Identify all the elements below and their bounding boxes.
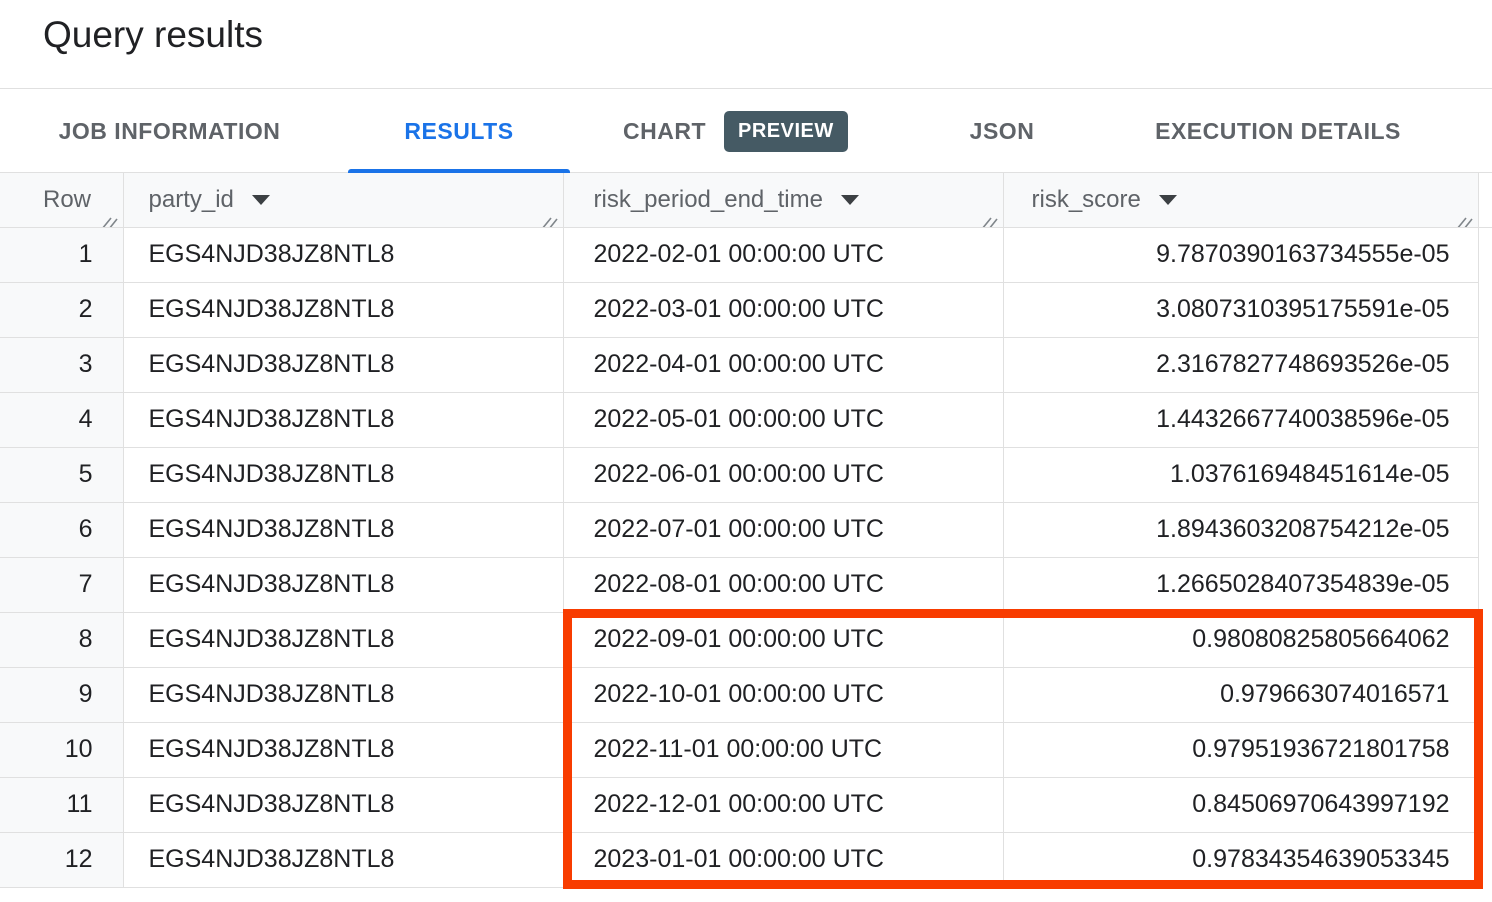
page-header: Query results xyxy=(0,0,1492,88)
row-number-cell: 10 xyxy=(0,722,123,777)
column-header-row[interactable]: Row xyxy=(0,173,123,227)
column-resize-handle[interactable] xyxy=(1456,209,1473,224)
column-resize-handle[interactable] xyxy=(541,209,558,224)
column-header-risk-score[interactable]: risk_score xyxy=(1003,173,1478,227)
column-header-party-id[interactable]: party_id xyxy=(123,173,563,227)
risk-score-cell: 9.7870390163734555e-05 xyxy=(1003,227,1478,282)
table-row: 11 EGS4NJD38JZ8NTL8 2022-12-01 00:00:00 … xyxy=(0,777,1478,832)
risk-period-end-time-cell: 2022-04-01 00:00:00 UTC xyxy=(563,337,1003,392)
row-number-cell: 5 xyxy=(0,447,123,502)
tab-execution-details[interactable]: EXECUTION DETAILS xyxy=(1141,89,1415,173)
party-id-cell: EGS4NJD38JZ8NTL8 xyxy=(123,667,563,722)
page-title: Query results xyxy=(43,14,263,56)
dropdown-arrow-icon[interactable] xyxy=(841,195,859,205)
tab-chart-label: CHART xyxy=(623,118,706,145)
row-number-cell: 12 xyxy=(0,832,123,887)
tab-bar: JOB INFORMATION RESULTS CHART PREVIEW JS… xyxy=(0,88,1492,173)
party-id-cell: EGS4NJD38JZ8NTL8 xyxy=(123,282,563,337)
row-number-cell: 11 xyxy=(0,777,123,832)
tab-chart[interactable]: CHART PREVIEW xyxy=(623,89,859,173)
risk-score-cell: 0.97951936721801758 xyxy=(1003,722,1478,777)
risk-period-end-time-cell: 2022-09-01 00:00:00 UTC xyxy=(563,612,1003,667)
party-id-cell: EGS4NJD38JZ8NTL8 xyxy=(123,337,563,392)
table-row: 9 EGS4NJD38JZ8NTL8 2022-10-01 00:00:00 U… xyxy=(0,667,1478,722)
risk-score-cell: 1.037616948451614e-05 xyxy=(1003,447,1478,502)
column-resize-handle[interactable] xyxy=(981,209,998,224)
risk-period-end-time-cell: 2022-08-01 00:00:00 UTC xyxy=(563,557,1003,612)
party-id-cell: EGS4NJD38JZ8NTL8 xyxy=(123,447,563,502)
row-number-cell: 6 xyxy=(0,502,123,557)
party-id-cell: EGS4NJD38JZ8NTL8 xyxy=(123,612,563,667)
table-row: 8 EGS4NJD38JZ8NTL8 2022-09-01 00:00:00 U… xyxy=(0,612,1478,667)
risk-period-end-time-cell: 2022-05-01 00:00:00 UTC xyxy=(563,392,1003,447)
column-header-party-id-label: party_id xyxy=(149,186,234,214)
table-row: 12 EGS4NJD38JZ8NTL8 2023-01-01 00:00:00 … xyxy=(0,832,1478,887)
row-number-cell: 2 xyxy=(0,282,123,337)
column-resize-handle[interactable] xyxy=(101,209,118,224)
column-header-risk-period-end-time[interactable]: risk_period_end_time xyxy=(563,173,1003,227)
row-number-cell: 1 xyxy=(0,227,123,282)
tab-json[interactable]: JSON xyxy=(946,89,1058,173)
row-number-cell: 3 xyxy=(0,337,123,392)
risk-score-cell: 3.0807310395175591e-05 xyxy=(1003,282,1478,337)
results-table-container: Row party_id risk_period_end_time xyxy=(0,173,1492,888)
party-id-cell: EGS4NJD38JZ8NTL8 xyxy=(123,502,563,557)
risk-period-end-time-cell: 2022-11-01 00:00:00 UTC xyxy=(563,722,1003,777)
row-number-cell: 7 xyxy=(0,557,123,612)
tab-job-information[interactable]: JOB INFORMATION xyxy=(43,89,296,173)
risk-score-cell: 1.4432667740038596e-05 xyxy=(1003,392,1478,447)
party-id-cell: EGS4NJD38JZ8NTL8 xyxy=(123,227,563,282)
results-table: Row party_id risk_period_end_time xyxy=(0,173,1479,888)
party-id-cell: EGS4NJD38JZ8NTL8 xyxy=(123,832,563,887)
party-id-cell: EGS4NJD38JZ8NTL8 xyxy=(123,777,563,832)
risk-period-end-time-cell: 2022-06-01 00:00:00 UTC xyxy=(563,447,1003,502)
table-row: 1 EGS4NJD38JZ8NTL8 2022-02-01 00:00:00 U… xyxy=(0,227,1478,282)
risk-score-cell: 0.97834354639053345 xyxy=(1003,832,1478,887)
risk-score-cell: 1.8943603208754212e-05 xyxy=(1003,502,1478,557)
risk-period-end-time-cell: 2022-10-01 00:00:00 UTC xyxy=(563,667,1003,722)
table-row: 7 EGS4NJD38JZ8NTL8 2022-08-01 00:00:00 U… xyxy=(0,557,1478,612)
risk-score-cell: 0.98080825805664062 xyxy=(1003,612,1478,667)
risk-score-cell: 0.979663074016571 xyxy=(1003,667,1478,722)
column-header-risk-period-end-time-label: risk_period_end_time xyxy=(594,186,823,214)
party-id-cell: EGS4NJD38JZ8NTL8 xyxy=(123,392,563,447)
risk-score-cell: 1.2665028407354839e-05 xyxy=(1003,557,1478,612)
risk-period-end-time-cell: 2023-01-01 00:00:00 UTC xyxy=(563,832,1003,887)
risk-period-end-time-cell: 2022-12-01 00:00:00 UTC xyxy=(563,777,1003,832)
risk-score-cell: 0.84506970643997192 xyxy=(1003,777,1478,832)
table-row: 5 EGS4NJD38JZ8NTL8 2022-06-01 00:00:00 U… xyxy=(0,447,1478,502)
header-border-extension xyxy=(1478,227,1492,228)
tab-results[interactable]: RESULTS xyxy=(348,89,570,173)
risk-period-end-time-cell: 2022-07-01 00:00:00 UTC xyxy=(563,502,1003,557)
table-row: 3 EGS4NJD38JZ8NTL8 2022-04-01 00:00:00 U… xyxy=(0,337,1478,392)
party-id-cell: EGS4NJD38JZ8NTL8 xyxy=(123,722,563,777)
dropdown-arrow-icon[interactable] xyxy=(252,195,270,205)
tab-results-label: RESULTS xyxy=(404,118,513,145)
row-number-cell: 4 xyxy=(0,392,123,447)
table-row: 4 EGS4NJD38JZ8NTL8 2022-05-01 00:00:00 U… xyxy=(0,392,1478,447)
table-row: 2 EGS4NJD38JZ8NTL8 2022-03-01 00:00:00 U… xyxy=(0,282,1478,337)
party-id-cell: EGS4NJD38JZ8NTL8 xyxy=(123,557,563,612)
column-header-row-label: Row xyxy=(43,186,91,214)
risk-score-cell: 2.3167827748693526e-05 xyxy=(1003,337,1478,392)
row-number-cell: 8 xyxy=(0,612,123,667)
preview-badge: PREVIEW xyxy=(724,111,848,152)
dropdown-arrow-icon[interactable] xyxy=(1159,195,1177,205)
risk-period-end-time-cell: 2022-03-01 00:00:00 UTC xyxy=(563,282,1003,337)
row-number-cell: 9 xyxy=(0,667,123,722)
risk-period-end-time-cell: 2022-02-01 00:00:00 UTC xyxy=(563,227,1003,282)
table-header-row: Row party_id risk_period_end_time xyxy=(0,173,1478,227)
table-row: 10 EGS4NJD38JZ8NTL8 2022-11-01 00:00:00 … xyxy=(0,722,1478,777)
column-header-risk-score-label: risk_score xyxy=(1032,186,1141,214)
table-row: 6 EGS4NJD38JZ8NTL8 2022-07-01 00:00:00 U… xyxy=(0,502,1478,557)
